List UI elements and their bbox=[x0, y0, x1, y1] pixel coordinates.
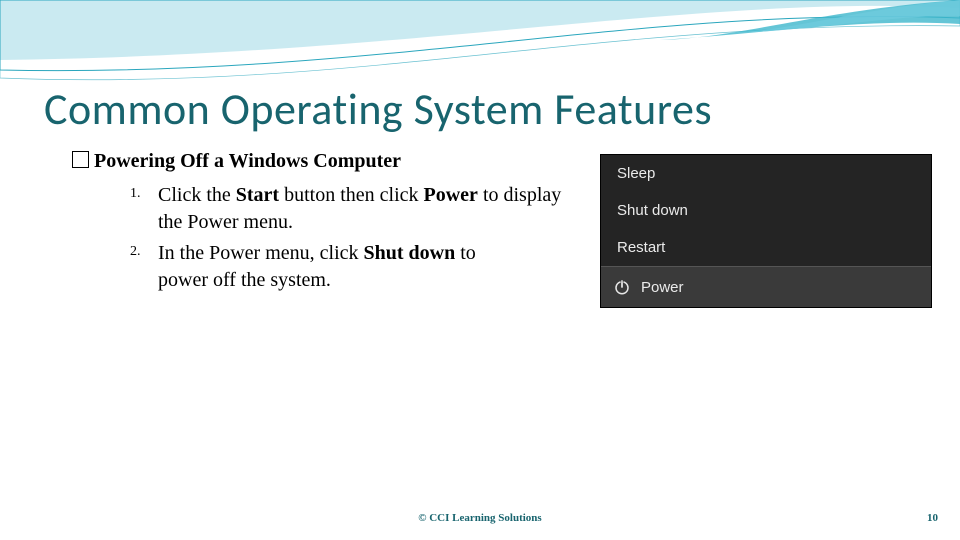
text: to bbox=[455, 242, 476, 264]
text-bold: Start bbox=[236, 184, 279, 206]
step-2: In the Power menu, click Shut down to po… bbox=[158, 240, 578, 294]
menu-item-shutdown[interactable]: Shut down bbox=[601, 192, 931, 229]
text-bold: Shut down bbox=[364, 242, 456, 264]
menu-item-sleep[interactable]: Sleep bbox=[601, 155, 931, 192]
power-button-row[interactable]: Power bbox=[601, 266, 931, 307]
text: button then click bbox=[279, 184, 423, 206]
subtitle-text: Powering Off a Windows Computer bbox=[94, 150, 401, 172]
menu-item-restart[interactable]: Restart bbox=[601, 229, 931, 266]
text: power off the system. bbox=[158, 269, 331, 291]
text-bold: Power bbox=[424, 184, 478, 206]
text: In the Power menu, click bbox=[158, 242, 364, 264]
bullet-square-icon bbox=[72, 151, 89, 168]
power-menu-panel: Sleep Shut down Restart Power bbox=[600, 154, 932, 308]
power-label: Power bbox=[641, 279, 684, 296]
power-icon bbox=[613, 278, 631, 296]
page-number: 10 bbox=[927, 512, 938, 524]
header-swoosh bbox=[0, 0, 960, 85]
footer-copyright: © CCI Learning Solutions bbox=[0, 512, 960, 524]
slide-title: Common Operating System Features bbox=[44, 82, 712, 136]
text: Click the bbox=[158, 184, 236, 206]
steps-list: Click the Start button then click Power … bbox=[130, 182, 578, 298]
slide-subtitle: Powering Off a Windows Computer bbox=[72, 150, 401, 173]
step-1: Click the Start button then click Power … bbox=[158, 182, 578, 236]
